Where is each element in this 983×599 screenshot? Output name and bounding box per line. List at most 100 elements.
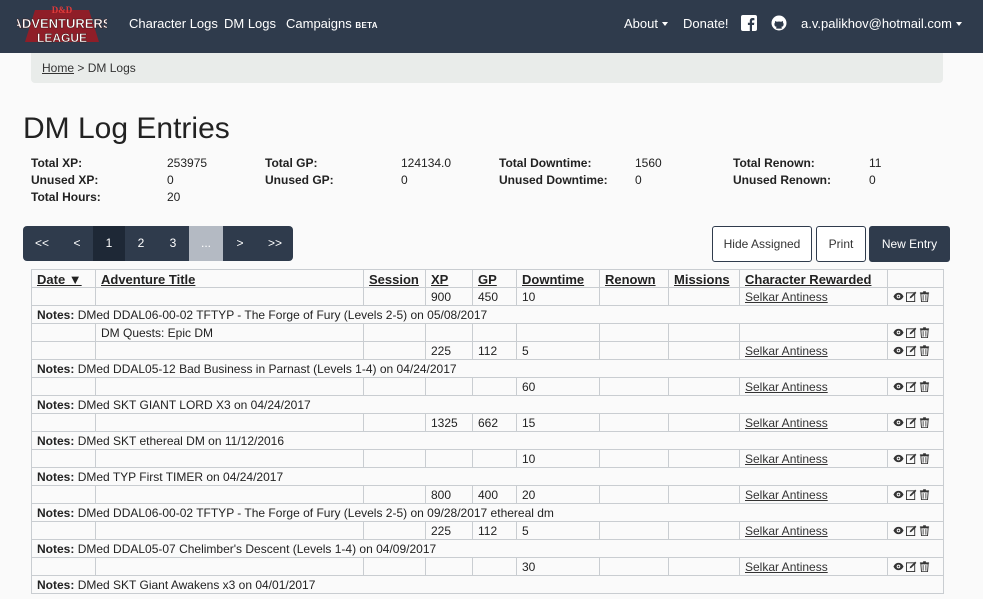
trash-icon[interactable] [919,560,930,572]
table-row[interactable]: DM Quests: Epic DM [31,323,944,342]
unused-gp-value: 0 [401,173,408,187]
edit-icon[interactable] [906,291,917,302]
nav-donate[interactable]: Donate! [683,16,729,31]
table-row[interactable]: 30 Selkar Antiness [31,557,944,576]
trash-icon[interactable] [919,452,930,464]
actions-cell [887,287,944,306]
nav-campaigns-label: Campaigns [286,16,352,31]
trash-icon[interactable] [919,326,930,338]
table-row[interactable]: 900 450 10 Selkar Antiness [31,287,944,306]
edit-icon[interactable] [906,327,917,338]
session-cell [363,413,426,432]
nav-campaigns[interactable]: Campaigns BETA [286,16,378,31]
date-cell [31,413,96,432]
character-link[interactable]: Selkar Antiness [739,377,888,396]
notes-text: DMed DDAL05-07 Chelimber's Descent (Leve… [77,541,437,556]
col-downtime[interactable]: Downtime [516,269,600,288]
eye-icon[interactable] [893,525,904,536]
character-link[interactable] [739,323,888,342]
col-adventure[interactable]: Adventure Title [95,269,364,288]
col-session[interactable]: Session [363,269,426,288]
character-link[interactable]: Selkar Antiness [739,341,888,360]
hide-assigned-button[interactable]: Hide Assigned [712,226,812,262]
notes-cell: Notes: DMed SKT Giant Awakens x3 on 04/0… [31,575,944,594]
total-hours-label: Total Hours: [31,190,101,204]
col-xp[interactable]: XP [425,269,473,288]
trash-icon[interactable] [919,344,930,356]
edit-icon[interactable] [906,381,917,392]
table-row[interactable]: 10 Selkar Antiness [31,449,944,468]
eye-icon[interactable] [893,489,904,500]
table-header-row: Date ▼ Adventure Title Session XP GP Dow… [31,269,944,288]
nav-dm-logs[interactable]: DM Logs [224,16,276,31]
table-row[interactable]: 225 112 5 Selkar Antiness [31,341,944,360]
eye-icon[interactable] [893,561,904,572]
session-cell [363,287,426,306]
character-link[interactable]: Selkar Antiness [739,287,888,306]
eye-icon[interactable] [893,381,904,392]
adventure-cell [95,287,364,306]
trash-icon[interactable] [919,488,930,500]
edit-icon[interactable] [906,561,917,572]
character-link[interactable]: Selkar Antiness [739,413,888,432]
renown-cell [599,449,669,468]
eye-icon[interactable] [893,291,904,302]
col-renown[interactable]: Renown [599,269,669,288]
edit-icon[interactable] [906,345,917,356]
missions-cell [668,341,740,360]
eye-icon[interactable] [893,417,904,428]
page-prev[interactable]: < [61,226,93,261]
eye-icon[interactable] [893,345,904,356]
facebook-icon[interactable] [741,15,757,31]
user-account-dropdown[interactable]: a.v.palikhov@hotmail.com [801,16,962,31]
date-cell [31,323,96,342]
table-row[interactable]: 225 112 5 Selkar Antiness [31,521,944,540]
new-entry-button[interactable]: New Entry [869,226,950,262]
page-3[interactable]: 3 [157,226,189,261]
github-icon[interactable] [771,15,787,31]
table-row[interactable]: 800 400 20 Selkar Antiness [31,485,944,504]
trash-icon[interactable] [919,416,930,428]
session-cell [363,521,426,540]
eye-icon[interactable] [893,453,904,464]
unused-gp-label: Unused GP: [265,173,334,187]
gp-cell: 400 [472,485,517,504]
trash-icon[interactable] [919,380,930,392]
character-link[interactable]: Selkar Antiness [739,485,888,504]
nav-character-logs[interactable]: Character Logs [129,16,218,31]
edit-icon[interactable] [906,453,917,464]
col-gp-label: GP [478,271,497,287]
character-link[interactable]: Selkar Antiness [739,557,888,576]
page-first[interactable]: << [23,226,61,261]
character-link[interactable]: Selkar Antiness [739,449,888,468]
page-2[interactable]: 2 [125,226,157,261]
edit-icon[interactable] [906,489,917,500]
nav-about-dropdown[interactable]: About [624,16,668,31]
page-title: DM Log Entries [23,112,230,145]
col-character[interactable]: Character Rewarded [739,269,888,288]
session-cell [363,341,426,360]
page-next[interactable]: > [223,226,257,261]
table-row[interactable]: 60 Selkar Antiness [31,377,944,396]
eye-icon[interactable] [893,327,904,338]
breadcrumb-home-link[interactable]: Home [42,61,74,75]
xp-cell [425,323,473,342]
col-missions[interactable]: Missions [668,269,740,288]
beta-badge: BETA [355,21,378,30]
page-1[interactable]: 1 [93,226,125,261]
col-date[interactable]: Date ▼ [31,269,96,288]
missions-cell [668,557,740,576]
col-actions [887,269,944,288]
page-last[interactable]: >> [257,226,293,261]
edit-icon[interactable] [906,417,917,428]
notes-text: DMed SKT GIANT LORD X3 on 04/24/2017 [77,397,311,412]
trash-icon[interactable] [919,524,930,536]
adventurers-league-logo[interactable]: D&D ADVENTURERS LEAGUE [17,2,107,48]
trash-icon[interactable] [919,290,930,302]
edit-icon[interactable] [906,525,917,536]
col-gp[interactable]: GP [472,269,517,288]
print-button[interactable]: Print [816,226,866,262]
table-row[interactable]: 1325 662 15 Selkar Antiness [31,413,944,432]
character-link[interactable]: Selkar Antiness [739,521,888,540]
notes-label: Notes: [37,361,75,376]
